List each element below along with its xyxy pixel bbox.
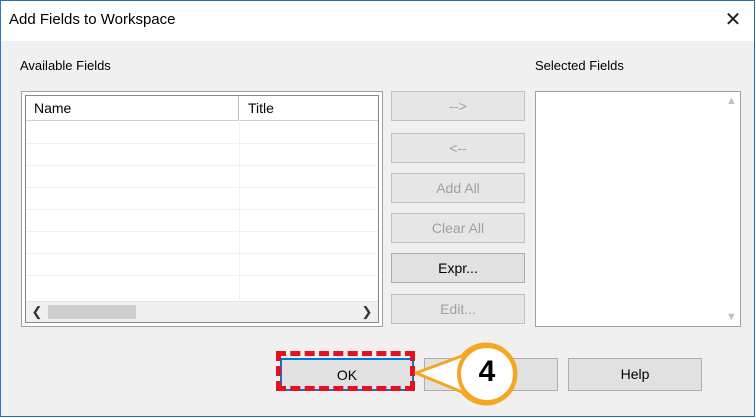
scroll-thumb[interactable] xyxy=(48,305,136,319)
clear-all-button[interactable]: Clear All xyxy=(391,213,525,243)
scroll-up-icon[interactable]: ▲ xyxy=(723,95,740,107)
column-header-name[interactable]: Name xyxy=(26,96,239,120)
add-all-button[interactable]: Add All xyxy=(391,173,525,203)
column-header-title[interactable]: Title xyxy=(240,96,378,120)
close-icon[interactable]: ✕ xyxy=(720,7,746,33)
title-bar: Add Fields to Workspace ✕ xyxy=(1,1,754,41)
scroll-down-icon[interactable]: ▼ xyxy=(723,311,740,323)
vertical-scrollbar[interactable]: ▲ ▼ xyxy=(723,92,740,326)
available-fields-label: Available Fields xyxy=(20,58,111,73)
selected-fields-list[interactable]: ▲ ▼ xyxy=(535,91,741,327)
remove-field-button[interactable]: <-- xyxy=(391,133,525,163)
selected-fields-label: Selected Fields xyxy=(535,58,624,73)
step-number: 4 xyxy=(478,355,496,388)
add-field-button[interactable]: --> xyxy=(391,91,525,121)
available-fields-list[interactable]: Name Title ❮ ❯ xyxy=(21,91,383,327)
list-header: Name Title xyxy=(26,96,378,121)
scroll-right-icon[interactable]: ❯ xyxy=(358,303,376,321)
horizontal-scrollbar[interactable]: ❮ ❯ xyxy=(26,301,378,322)
edit-button[interactable]: Edit... xyxy=(391,294,525,324)
dialog-title: Add Fields to Workspace xyxy=(9,11,176,28)
expr-button[interactable]: Expr... xyxy=(391,253,525,283)
ok-button[interactable]: OK xyxy=(280,358,414,391)
scroll-left-icon[interactable]: ❮ xyxy=(28,303,46,321)
help-button[interactable]: Help xyxy=(568,358,702,391)
dialog-window: Add Fields to Workspace ✕ Available Fiel… xyxy=(0,0,755,417)
